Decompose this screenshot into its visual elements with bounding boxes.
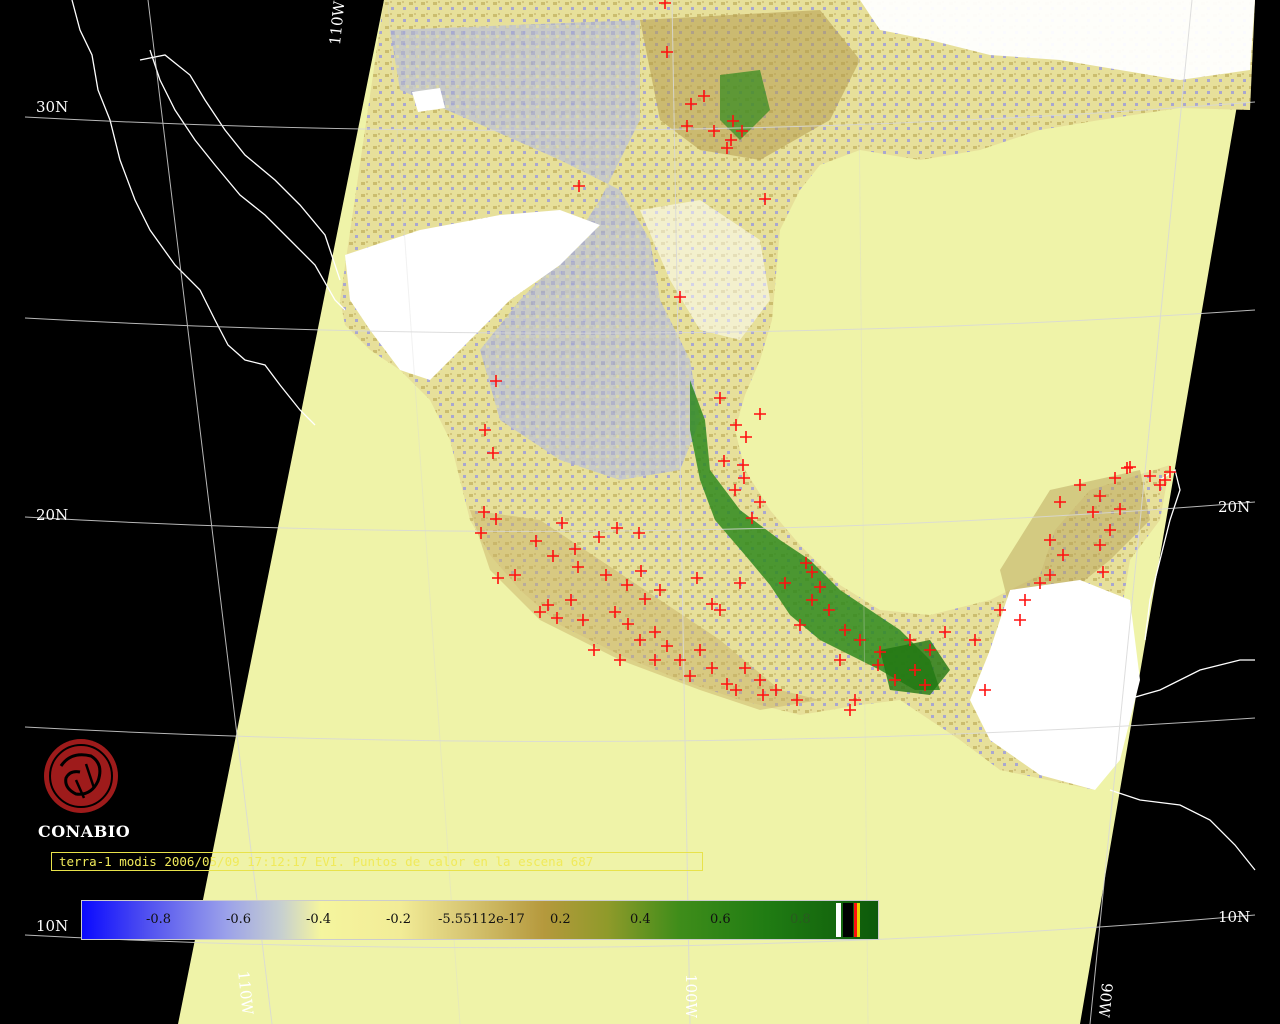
colorbar-tick: -0.4 (306, 912, 332, 927)
colorbar-tick: 0.4 (630, 912, 651, 927)
colorbar-tick: -5.55112e-17 (438, 912, 525, 927)
colorbar-tick: -0.6 (226, 912, 252, 927)
lat-label-20n-right: 20N (1218, 498, 1251, 516)
conabio-seal-icon (44, 739, 118, 813)
colorbar-tick: 0.8 (790, 912, 811, 927)
map-view: 30N 20N 20N 10N 10N 110W 110W 100W 90W C… (0, 0, 1280, 1024)
colorbar-tick: 0.6 (710, 912, 731, 927)
lat-label-20n-left: 20N (36, 506, 69, 524)
lat-label-10n-left: 10N (36, 917, 69, 935)
scene-caption: terra-1 modis 2006/05/09 17:12:17 EVI. P… (51, 852, 703, 871)
colorbar-tick: -0.8 (146, 912, 172, 927)
logo-wordmark: CONABIO (38, 822, 131, 841)
colorbar-tick: -0.2 (386, 912, 412, 927)
lon-label-90w-bottom: 90W (1094, 982, 1116, 1019)
colorbar-class-flag (857, 903, 860, 937)
colorbar-class-nodata (843, 903, 853, 937)
lat-label-30n: 30N (36, 98, 69, 116)
evi-colorbar: -0.8 -0.6 -0.4 -0.2 -5.55112e-17 0.2 0.4… (81, 900, 879, 940)
lon-label-100w-bottom: 100W (682, 974, 700, 1019)
colorbar-class-clouds (836, 903, 841, 937)
lat-label-10n-right: 10N (1218, 908, 1251, 926)
colorbar-tick: 0.2 (550, 912, 571, 927)
